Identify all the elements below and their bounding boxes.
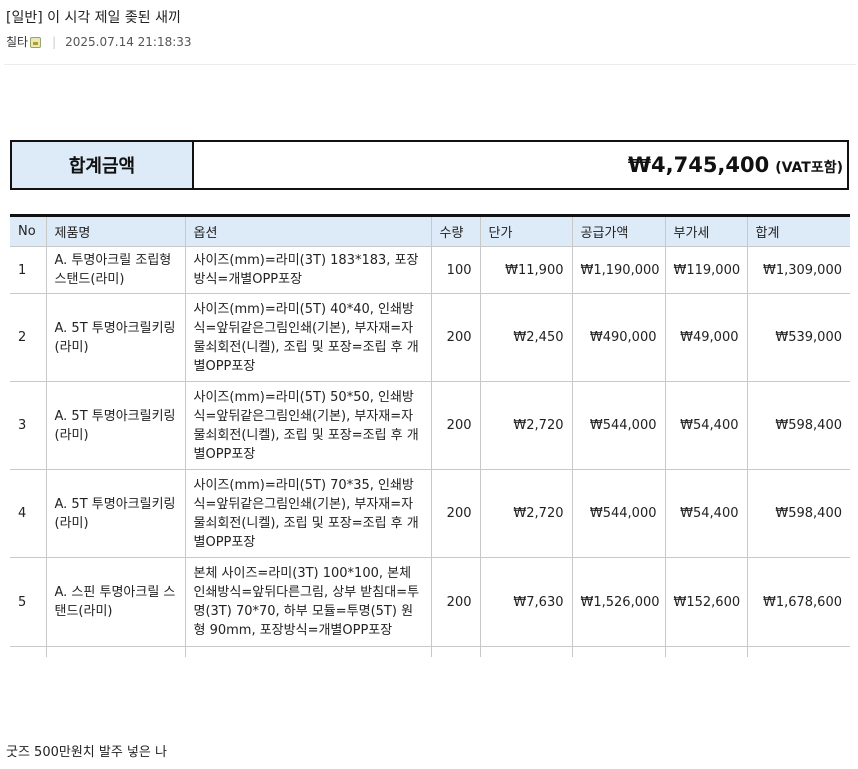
cell-product: A. 5T 투명아크릴키링(라미) (45, 293, 185, 382)
total-summary-box: 합계금액 ₩4,745,400 (VAT포함) (10, 140, 849, 190)
cell-qty: 200 (430, 293, 480, 382)
cell-option: 사이즈(mm)=라미(5T) 40*40, 인쇄방식=앞뒤같은그림인쇄(기본),… (184, 293, 431, 382)
cell-supply: ₩490,000 (571, 293, 665, 382)
total-label: 합계금액 (12, 142, 194, 188)
cell-empty (10, 647, 46, 657)
cell-product: A. 스핀 투명아크릴 스탠드(라미) (45, 557, 185, 647)
cell-empty (430, 646, 480, 657)
cell-product: A. 투명아크릴 조립형 스탠드(라미) (45, 246, 185, 294)
cell-vat: ₩152,600 (664, 557, 747, 647)
cell-empty (184, 646, 431, 657)
vat-note: (VAT포함) (775, 160, 843, 176)
author-name[interactable]: 칠타 (6, 33, 28, 50)
table-header-row: No 제품명 옵션 수량 단가 공급가액 부가세 합계 (10, 215, 850, 247)
cell-total: ₩1,678,600 (746, 557, 850, 647)
cell-unit-price: ₩2,450 (479, 293, 572, 382)
cell-vat: ₩119,000 (664, 246, 747, 294)
cell-product: A. 5T 투명아크릴키링(라미) (45, 381, 185, 470)
cell-option: 사이즈(mm)=라미(5T) 50*50, 인쇄방식=앞뒤같은그림인쇄(기본),… (184, 381, 431, 470)
cell-empty (45, 646, 185, 657)
cell-qty: 200 (430, 381, 480, 470)
cell-supply: ₩1,190,000 (571, 246, 665, 294)
cell-total: ₩539,000 (746, 293, 850, 382)
cell-supply: ₩1,526,000 (571, 557, 665, 647)
col-header-product: 제품명 (45, 215, 185, 247)
cell-unit-price: ₩2,720 (479, 381, 572, 470)
col-header-vat: 부가세 (664, 215, 747, 247)
col-header-total: 합계 (746, 215, 850, 247)
table-row: 5 A. 스핀 투명아크릴 스탠드(라미) 본체 사이즈=라미(3T) 100*… (10, 557, 850, 647)
cell-unit-price: ₩11,900 (479, 246, 572, 294)
col-header-qty: 수량 (430, 215, 480, 247)
cell-qty: 100 (430, 246, 480, 294)
cell-total: ₩598,400 (746, 469, 850, 558)
total-amount: ₩4,745,400 (627, 153, 770, 177)
cell-no: 2 (10, 293, 46, 382)
cell-no: 3 (10, 381, 46, 470)
table-row: 3 A. 5T 투명아크릴키링(라미) 사이즈(mm)=라미(5T) 50*50… (10, 381, 850, 470)
table-row: 4 A. 5T 투명아크릴키링(라미) 사이즈(mm)=라미(5T) 70*35… (10, 469, 850, 558)
cell-unit-price: ₩7,630 (479, 557, 572, 647)
quote-table: No 제품명 옵션 수량 단가 공급가액 부가세 합계 1 A. 투명아크릴 조… (10, 214, 850, 657)
member-badge-icon (30, 37, 42, 48)
cell-option: 사이즈(mm)=라미(3T) 183*183, 포장방식=개별OPP포장 (184, 246, 431, 294)
cell-supply: ₩544,000 (571, 469, 665, 558)
col-header-unit-price: 단가 (479, 215, 572, 247)
post-title: [일반] 이 시각 제일 좆된 새끼 (6, 10, 181, 26)
col-header-supply: 공급가액 (571, 215, 665, 247)
cell-unit-price: ₩2,720 (479, 469, 572, 558)
meta-separator: | (52, 34, 57, 49)
cell-supply: ₩544,000 (571, 381, 665, 470)
table-row: 1 A. 투명아크릴 조립형 스탠드(라미) 사이즈(mm)=라미(3T) 18… (10, 246, 850, 294)
table-row-cut-off (10, 646, 850, 657)
cell-empty (571, 646, 665, 657)
cell-option: 본체 사이즈=라미(3T) 100*100, 본체 인쇄방식=앞뒤다른그림, 상… (184, 557, 431, 647)
post-date: 2025.07.14 21:18:33 (65, 34, 192, 49)
col-header-no: No (10, 215, 46, 247)
total-value: ₩4,745,400 (VAT포함) (194, 142, 847, 188)
cell-empty (664, 646, 747, 657)
cell-no: 1 (10, 246, 46, 294)
cell-vat: ₩54,400 (664, 381, 747, 470)
cell-option: 사이즈(mm)=라미(5T) 70*35, 인쇄방식=앞뒤같은그림인쇄(기본),… (184, 469, 431, 558)
post-caption: 굿즈 500만원치 발주 넣은 나 (6, 745, 167, 760)
post-meta: 칠타 | 2025.07.14 21:18:33 (6, 33, 192, 50)
cell-no: 4 (10, 469, 46, 558)
col-header-option: 옵션 (184, 215, 431, 247)
cell-total: ₩598,400 (746, 381, 850, 470)
cell-qty: 200 (430, 469, 480, 558)
cell-qty: 200 (430, 557, 480, 647)
cell-empty (479, 646, 572, 657)
cell-vat: ₩54,400 (664, 469, 747, 558)
cell-vat: ₩49,000 (664, 293, 747, 382)
cell-product: A. 5T 투명아크릴키링(라미) (45, 469, 185, 558)
cell-no: 5 (10, 557, 46, 647)
table-row: 2 A. 5T 투명아크릴키링(라미) 사이즈(mm)=라미(5T) 40*40… (10, 293, 850, 382)
cell-total: ₩1,309,000 (746, 246, 850, 294)
cell-empty (746, 646, 850, 657)
header-divider (4, 64, 856, 65)
